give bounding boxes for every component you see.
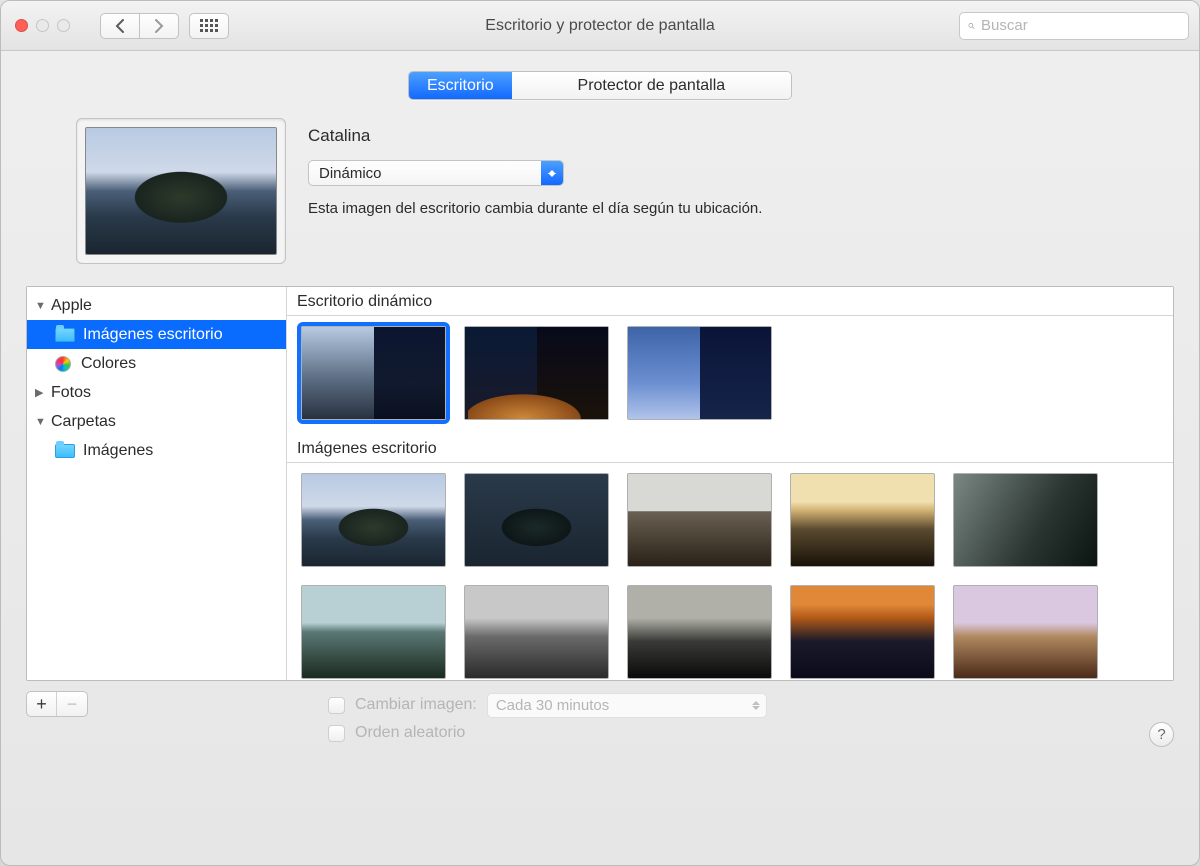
folder-icon — [55, 444, 75, 458]
random-order-checkbox[interactable] — [328, 725, 345, 742]
minimize-button[interactable] — [36, 19, 49, 32]
sidebar-item-desktop-pictures[interactable]: Imágenes escritorio — [27, 320, 286, 349]
thumb-solar-dynamic[interactable] — [627, 326, 772, 420]
add-remove-buttons: + − — [26, 691, 88, 717]
add-folder-button[interactable]: + — [27, 692, 57, 716]
sidebar-label: Imágenes — [83, 442, 153, 460]
stepper-arrows-icon — [752, 697, 760, 714]
wallpaper-image — [85, 127, 277, 255]
thumb-picture[interactable] — [301, 473, 446, 567]
picture-thumbnails — [287, 463, 1173, 680]
tab-desktop[interactable]: Escritorio — [409, 72, 512, 99]
thumb-catalina-dynamic[interactable] — [301, 326, 446, 420]
zoom-button[interactable] — [57, 19, 70, 32]
search-field[interactable] — [959, 12, 1189, 40]
remove-folder-button[interactable]: − — [57, 692, 87, 716]
change-image-label: Cambiar imagen: — [355, 696, 477, 714]
thumb-picture[interactable] — [464, 585, 609, 679]
dynamic-thumbnails — [287, 316, 1173, 434]
sidebar-label: Carpetas — [51, 413, 116, 431]
back-button[interactable] — [100, 13, 140, 39]
color-wheel-icon — [55, 356, 71, 372]
thumb-picture[interactable] — [301, 585, 446, 679]
thumb-picture[interactable] — [790, 473, 935, 567]
current-wallpaper-preview — [76, 118, 286, 264]
mode-dropdown[interactable]: Dinámico — [308, 160, 564, 186]
preferences-window: Escritorio y protector de pantalla Escri… — [0, 0, 1200, 866]
traffic-lights — [11, 19, 70, 32]
show-all-button[interactable] — [189, 13, 229, 39]
wallpaper-browser: ▼ Apple Imágenes escritorio Colores ▶ Fo… — [26, 286, 1174, 681]
tab-screensaver[interactable]: Protector de pantalla — [512, 72, 791, 99]
wallpaper-name: Catalina — [308, 126, 1174, 146]
sidebar-item-folders[interactable]: ▼ Carpetas — [27, 407, 286, 436]
thumb-picture[interactable] — [953, 473, 1098, 567]
sidebar-label: Imágenes escritorio — [83, 326, 223, 344]
mode-selected: Dinámico — [309, 161, 541, 185]
thumbnail-picker: Escritorio dinámico Imágenes escritorio — [287, 287, 1173, 680]
sidebar-item-photos[interactable]: ▶ Fotos — [27, 378, 286, 407]
section-dynamic-title: Escritorio dinámico — [287, 287, 1173, 315]
nav-buttons — [100, 13, 179, 39]
random-order-label: Orden aleatorio — [355, 724, 465, 742]
change-options: Cambiar imagen: Cada 30 minutos Orden al… — [328, 691, 767, 747]
tab-segment: Escritorio Protector de pantalla — [408, 71, 792, 100]
thumb-picture[interactable] — [627, 473, 772, 567]
sidebar-label: Apple — [51, 297, 92, 315]
close-button[interactable] — [15, 19, 28, 32]
search-icon — [968, 19, 975, 33]
titlebar: Escritorio y protector de pantalla — [1, 1, 1199, 51]
disclosure-triangle-icon: ▼ — [35, 416, 47, 428]
change-image-checkbox[interactable] — [328, 697, 345, 714]
current-wallpaper-row: Catalina Dinámico Esta imagen del escrit… — [26, 118, 1174, 264]
sidebar-item-colors[interactable]: Colores — [27, 349, 286, 378]
help-button[interactable]: ? — [1149, 722, 1174, 747]
source-sidebar: ▼ Apple Imágenes escritorio Colores ▶ Fo… — [27, 287, 287, 680]
sidebar-item-images[interactable]: Imágenes — [27, 436, 286, 465]
wallpaper-info: Catalina Dinámico Esta imagen del escrit… — [308, 118, 1174, 217]
bottom-bar: + − Cambiar imagen: Cada 30 minutos Orde… — [26, 681, 1174, 747]
chevron-right-icon — [154, 19, 164, 33]
dropdown-arrows-icon — [541, 161, 563, 185]
thumb-picture[interactable] — [464, 473, 609, 567]
disclosure-triangle-icon: ▶ — [35, 386, 47, 399]
wallpaper-description: Esta imagen del escritorio cambia durant… — [308, 200, 1174, 217]
sidebar-label: Fotos — [51, 384, 91, 402]
content-area: Escritorio Protector de pantalla Catalin… — [1, 51, 1199, 761]
thumb-picture[interactable] — [627, 585, 772, 679]
interval-dropdown[interactable]: Cada 30 minutos — [487, 693, 767, 718]
thumb-mojave-dynamic[interactable] — [464, 326, 609, 420]
forward-button[interactable] — [139, 13, 179, 39]
section-pictures-title: Imágenes escritorio — [287, 434, 1173, 462]
thumb-picture[interactable] — [953, 585, 1098, 679]
search-input[interactable] — [981, 17, 1180, 34]
folder-icon — [55, 328, 75, 342]
interval-value: Cada 30 minutos — [496, 697, 609, 714]
sidebar-label: Colores — [81, 355, 136, 373]
chevron-left-icon — [115, 19, 125, 33]
sidebar-item-apple[interactable]: ▼ Apple — [27, 291, 286, 320]
thumb-picture[interactable] — [790, 585, 935, 679]
grid-icon — [200, 19, 218, 32]
disclosure-triangle-icon: ▼ — [35, 300, 47, 312]
